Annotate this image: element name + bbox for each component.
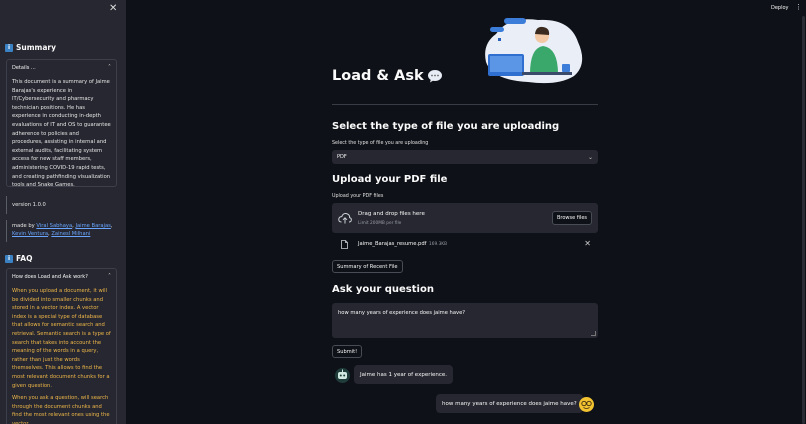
bot-message: Jaime has 1 year of experience. — [354, 365, 454, 384]
chevron-up-icon: ˄ — [108, 64, 111, 71]
divider-line — [6, 196, 7, 214]
select-heading: Select the type of file you are uploadin… — [332, 121, 560, 132]
faq-heading: i FAQ — [5, 254, 32, 263]
author-link[interactable]: Kevin Ventura — [12, 231, 48, 237]
upload-heading: Upload your PDF file — [332, 174, 448, 185]
info-icon: i — [5, 254, 13, 263]
resize-handle-icon[interactable] — [591, 331, 596, 336]
user-message: how many years of experience does jaime … — [436, 394, 583, 413]
cloud-upload-icon — [338, 213, 352, 224]
file-name: Jaime_Barajas_resume.pdf — [358, 241, 427, 247]
summary-heading: i Summary — [5, 43, 56, 52]
file-size: 169.3KB — [429, 242, 448, 247]
credits: made by Viral Sabhaya, Jaime Barajas, Ke… — [12, 223, 113, 238]
divider-line — [6, 220, 7, 242]
robot-icon — [338, 369, 347, 379]
file-icon — [341, 240, 348, 249]
summary-expander[interactable]: Details ... ˄ This document is a summary… — [6, 59, 117, 188]
file-uploader-dropzone[interactable]: Drag and drop files here Limit 200MB per… — [332, 203, 598, 233]
file-limit-text: Limit 200MB per file — [358, 221, 402, 226]
file-type-select[interactable]: PDF ⌄ — [332, 150, 598, 164]
deploy-button[interactable]: Deploy — [771, 5, 789, 11]
close-sidebar-icon[interactable]: ✕ — [109, 3, 117, 15]
browse-files-button[interactable]: Browse files — [551, 211, 592, 225]
more-vertical-icon[interactable]: ⋮ — [795, 3, 802, 11]
submit-button[interactable]: Submit! — [332, 345, 363, 358]
info-icon: i — [5, 43, 13, 52]
user-avatar — [579, 397, 594, 412]
author-link[interactable]: Viral Sabhaya — [36, 223, 72, 229]
ask-heading: Ask your question — [332, 284, 434, 295]
version-text: version 1.0.0 — [12, 202, 46, 208]
faq-expander-header[interactable]: How does Load and Ask work? ˄ — [7, 269, 116, 284]
summary-text: This document is a summary of Jaime Bara… — [12, 79, 111, 189]
chevron-up-icon: ˄ — [108, 273, 111, 280]
faq-answer: When you upload a document, it will be d… — [12, 288, 111, 424]
upload-label: Upload your PDF files — [332, 194, 384, 199]
speech-bubble-icon — [427, 70, 442, 83]
page-title: Load & Ask — [332, 68, 443, 84]
select-label: Select the type of file you are uploadin… — [332, 141, 429, 146]
faq-expander[interactable]: How does Load and Ask work? ˄ When you u… — [6, 268, 117, 424]
divider — [332, 104, 598, 105]
nerd-face-icon — [581, 400, 592, 409]
chevron-down-icon: ⌄ — [587, 153, 593, 161]
summary-recent-file-button[interactable]: Summary of Recent File — [332, 260, 403, 273]
author-link[interactable]: Zainesl Milhani — [51, 231, 90, 237]
question-input[interactable]: how many years of experience does jaime … — [332, 303, 598, 338]
scrollbar[interactable] — [802, 16, 805, 424]
summary-expander-header[interactable]: Details ... ˄ — [7, 60, 116, 75]
remove-file-icon[interactable]: ✕ — [584, 239, 591, 248]
author-link[interactable]: Jaime Barajas — [75, 223, 110, 229]
drag-drop-text: Drag and drop files here — [358, 211, 425, 217]
uploaded-file-row: Jaime_Barajas_resume.pdf 169.3KB ✕ — [332, 239, 598, 251]
bot-avatar — [335, 368, 350, 383]
header-illustration — [485, 18, 583, 84]
sidebar: ✕ i Summary Details ... ˄ This document … — [0, 0, 126, 424]
